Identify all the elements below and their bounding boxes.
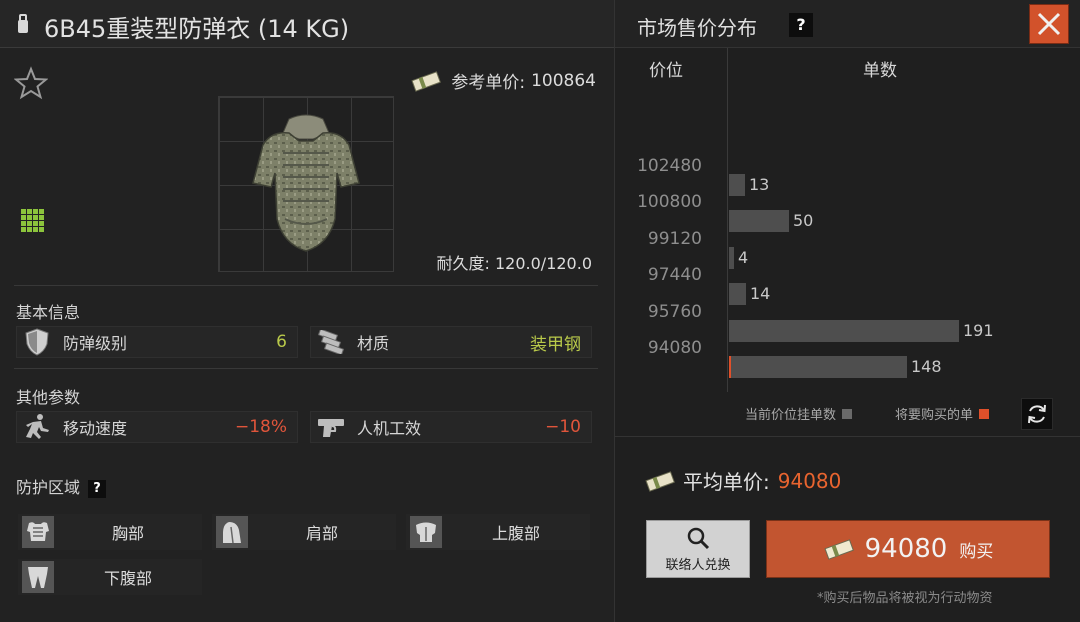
chart-bar-label: 148 (911, 357, 942, 376)
legend-swatch-gray (842, 408, 853, 419)
armor-plates-icon (315, 327, 347, 357)
chart-bar (729, 174, 745, 196)
contact-exchange-button[interactable]: 联络人兑换 (646, 520, 750, 578)
zone-upper-abdomen: 上腹部 (406, 514, 590, 550)
price-tick-label: 97440 (647, 265, 702, 286)
buy-price: 94080 (864, 534, 948, 564)
chart-bar-label: 14 (750, 284, 771, 304)
average-price-label: 平均单价: (683, 470, 770, 494)
inventory-grid-icon (21, 209, 44, 232)
stat-name: 移动速度 (63, 419, 128, 438)
chart-axis (727, 48, 728, 392)
refresh-icon (1028, 404, 1046, 424)
price-tick-label: 100800 (637, 192, 702, 213)
contact-exchange-label: 联络人兑换 (665, 557, 731, 573)
chart-bar-label: 50 (793, 211, 814, 231)
buy-button[interactable]: 94080 购买 (766, 520, 1050, 578)
durability-value: 120.0/120.0 (495, 254, 592, 273)
chart-bar (729, 319, 959, 342)
running-man-icon (21, 412, 53, 442)
money-icon (645, 470, 675, 492)
price-tick-label: 99120 (647, 228, 702, 249)
zone-name: 肩部 (305, 524, 338, 543)
basic-info-title: 基本信息 (16, 303, 81, 322)
stat-value: 装甲钢 (530, 334, 581, 355)
legend-current-label: 当前价位挂单数 (745, 408, 837, 423)
shield-icon (21, 327, 53, 357)
average-price-value: 94080 (777, 468, 842, 493)
stat-material: 材质 装甲钢 (310, 326, 592, 358)
item-detail-panel: 6B45重装型防弹衣 (14 KG) 参考单价: 100864 耐久度: 120… (0, 0, 614, 622)
purchase-note: *购买后物品将被视为行动物资 (817, 591, 993, 606)
refresh-button[interactable] (1021, 398, 1053, 430)
chart-bar (729, 210, 789, 233)
chart-bar-label: 13 (749, 175, 770, 194)
stat-name: 材质 (357, 334, 390, 353)
lower-abdomen-icon (22, 561, 54, 593)
help-icon[interactable]: ? (88, 479, 107, 498)
zone-lower-abdomen: 下腹部 (18, 559, 202, 595)
chart-bar-selected-marker (729, 356, 731, 378)
market-panel: 市场售价分布 ? 价位 单数 102480 100800 99120 97440 957… (614, 0, 1080, 622)
buy-label: 购买 (959, 541, 994, 562)
weight-icon (18, 14, 28, 33)
divider (615, 436, 1080, 437)
stat-name: 人机工效 (357, 419, 422, 438)
legend-swatch-orange (979, 408, 990, 419)
durability-label: 耐久度: (436, 254, 490, 273)
chart-bar (729, 283, 746, 306)
stat-move-speed: 移动速度 −18% (16, 411, 298, 443)
legend-to-buy: 将要购买的单 (895, 404, 990, 423)
reference-price-value: 100864 (531, 70, 596, 91)
stat-armor-class: 防弹级别 6 (16, 326, 298, 358)
market-title-bar: 市场售价分布 ? (615, 0, 1080, 48)
price-column-header: 价位 (649, 61, 683, 81)
item-title: 6B45重装型防弹衣 (14 KG) (44, 15, 350, 43)
zone-shoulder: 肩部 (212, 514, 396, 550)
money-icon (411, 70, 442, 92)
item-image-cell (218, 96, 394, 272)
durability: 耐久度: 120.0/120.0 (437, 250, 593, 274)
star-favorite-icon[interactable] (14, 66, 48, 100)
close-button[interactable] (1029, 4, 1069, 44)
money-icon (824, 539, 854, 560)
help-icon[interactable]: ? (789, 13, 813, 37)
stat-value: 6 (276, 332, 287, 352)
price-tick-label: 102480 (637, 156, 702, 176)
title-bar: 6B45重装型防弹衣 (14 KG) (0, 0, 614, 48)
stat-name: 防弹级别 (63, 334, 128, 353)
search-icon (687, 527, 710, 549)
protection-zones-title: 防护区域? (16, 474, 107, 498)
stat-value: −18% (234, 417, 287, 437)
chart-bar-label: 4 (738, 247, 749, 267)
divider (14, 285, 598, 286)
zone-name: 下腹部 (103, 569, 152, 588)
pistol-icon (315, 412, 347, 442)
stat-ergonomics: 人机工效 −10 (310, 411, 592, 443)
reference-price-label: 参考单价: (451, 73, 526, 93)
divider (14, 368, 598, 369)
price-tick-label: 95760 (647, 301, 702, 322)
zone-name: 胸部 (111, 524, 144, 543)
market-title: 市场售价分布 (637, 16, 757, 40)
stat-value: −10 (545, 417, 581, 437)
body-armor-image (252, 114, 360, 252)
upper-abdomen-icon (410, 516, 442, 548)
other-params-title: 其他参数 (16, 388, 81, 407)
close-icon (1037, 12, 1061, 36)
zone-chest: 胸部 (18, 514, 202, 550)
average-price: 平均单价: 94080 (645, 466, 841, 495)
chart-bar (729, 356, 907, 378)
count-column-header: 单数 (863, 61, 897, 81)
shoulder-icon (216, 516, 248, 548)
reference-price: 参考单价: 100864 (411, 68, 596, 93)
legend-buy-label: 将要购买的单 (895, 408, 974, 423)
legend-current-orders: 当前价位挂单数 (745, 404, 853, 423)
zone-name: 上腹部 (491, 524, 540, 543)
chart-bar-label: 191 (963, 320, 994, 340)
protection-title-text: 防护区域 (16, 478, 81, 497)
chest-armor-icon (22, 516, 54, 548)
chart-bar (729, 246, 734, 269)
price-tick-label: 94080 (647, 338, 702, 358)
